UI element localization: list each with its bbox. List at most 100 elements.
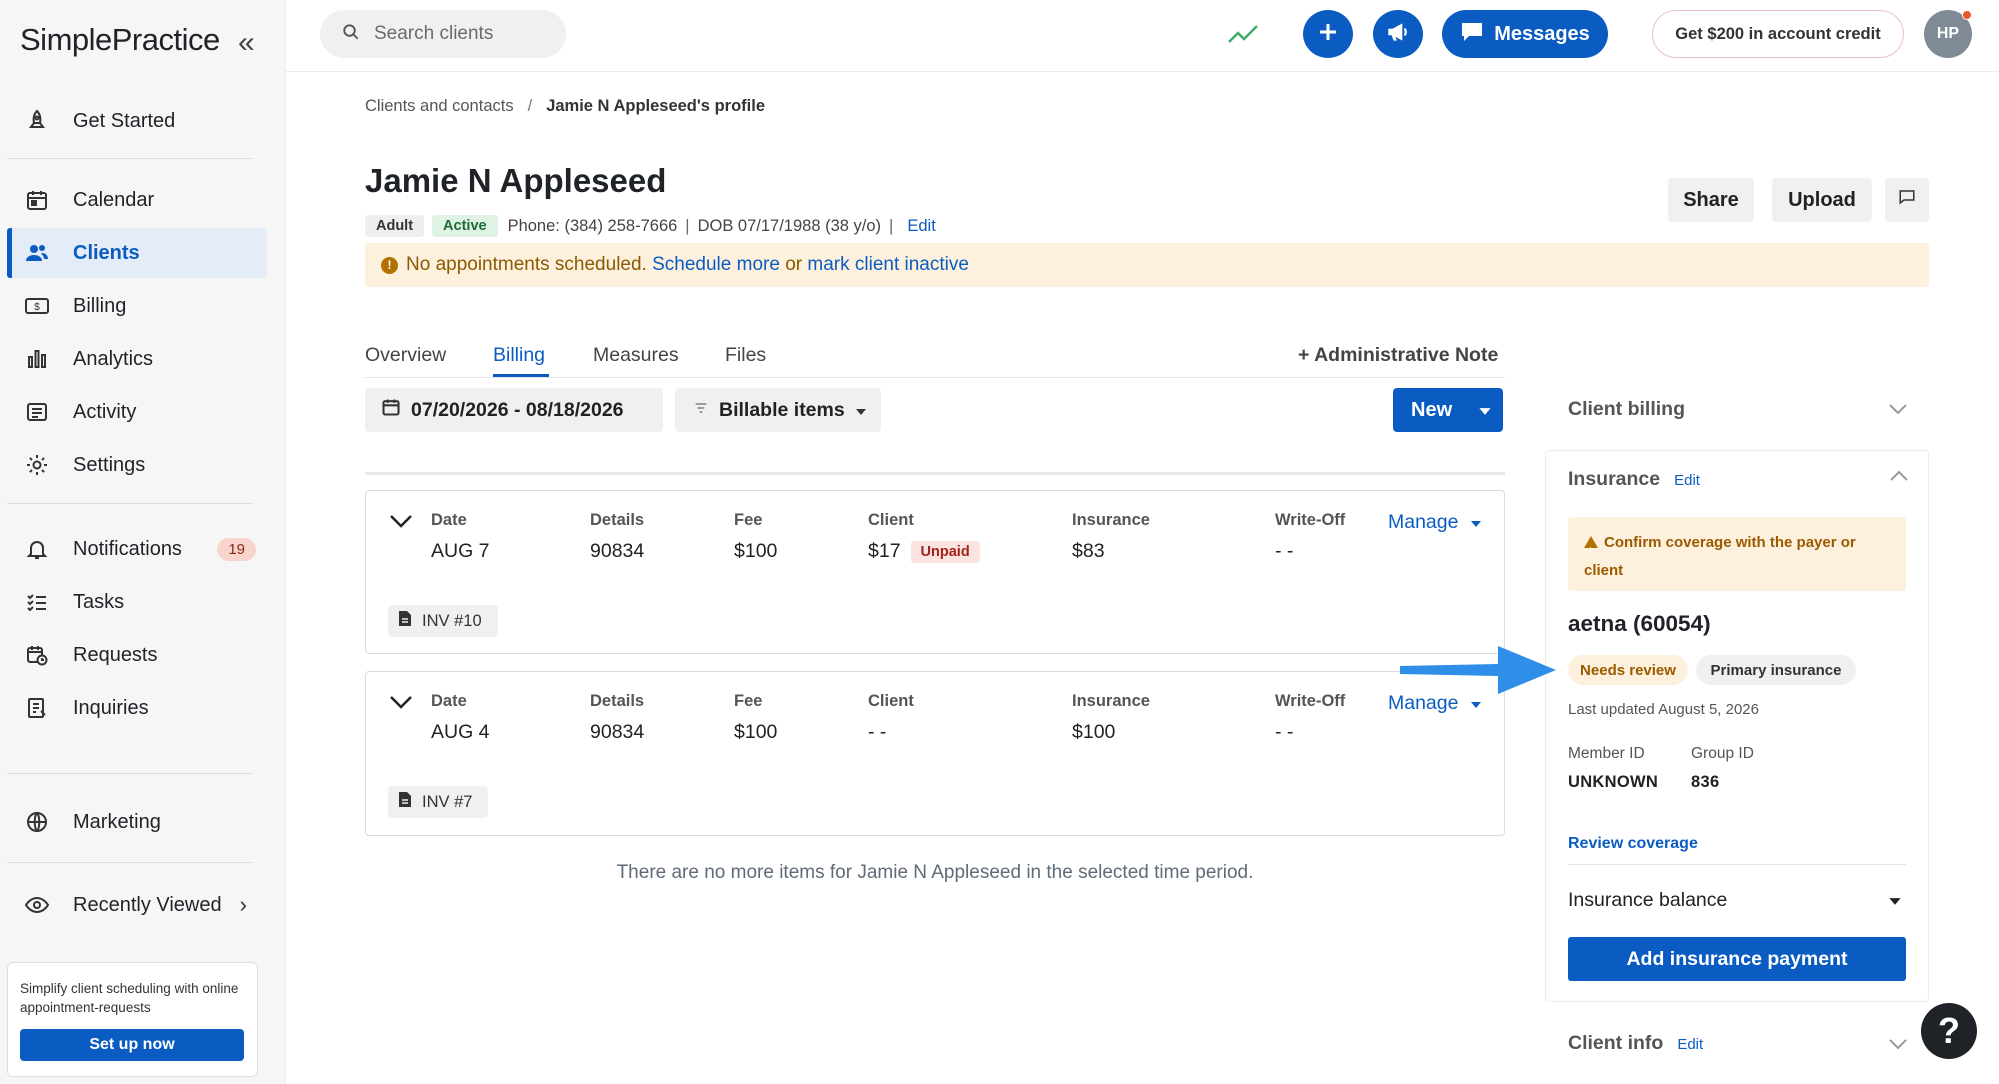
meta-separator: | [889, 216, 894, 235]
help-button[interactable]: ? [1921, 1003, 1977, 1059]
item-writeoff: - - [1275, 540, 1294, 562]
sidebar-item-label: Activity [73, 400, 137, 423]
sidebar-item-get-started[interactable]: Get Started [7, 96, 267, 146]
column-header: Write-Off [1275, 511, 1346, 529]
invoice-link[interactable]: INV #10 [388, 605, 498, 637]
tab-billing[interactable]: Billing [493, 344, 545, 367]
client-phone: Phone: (384) 258-7666 [507, 216, 678, 235]
sidebar-item-settings[interactable]: Settings [7, 440, 267, 490]
caret-down-icon [1470, 511, 1482, 534]
member-id-label: Member ID [1568, 745, 1645, 762]
svg-text:$: $ [34, 302, 40, 313]
annotation-arrow-icon [1400, 646, 1556, 694]
edit-insurance-link[interactable]: Edit [1674, 472, 1700, 489]
app-logo[interactable]: SimplePractice [20, 22, 220, 58]
tab-files[interactable]: Files [725, 344, 766, 367]
insurance-balance-label: Insurance balance [1568, 889, 1728, 911]
insurance-balance-dropdown[interactable]: Insurance balance [1568, 889, 1906, 912]
comment-icon [1898, 188, 1916, 212]
active-tab-indicator [493, 374, 549, 377]
client-billing-section-header[interactable]: Client billing [1568, 398, 1685, 421]
new-label: New [1411, 398, 1453, 421]
chevron-up-icon[interactable] [1889, 469, 1909, 487]
notification-dot [1962, 10, 1972, 20]
chevron-down-icon[interactable] [1888, 1037, 1908, 1055]
bell-icon [23, 535, 51, 563]
upload-button[interactable]: Upload [1772, 178, 1872, 222]
sidebar-item-recently-viewed[interactable]: Recently Viewed › [7, 880, 267, 930]
new-button[interactable]: New [1393, 388, 1503, 432]
insurance-title: Insurance [1568, 468, 1661, 490]
divider [7, 862, 253, 863]
warning-icon [1584, 536, 1598, 565]
invoice-link[interactable]: INV #7 [388, 786, 488, 818]
breadcrumb-parent-link[interactable]: Clients and contacts [365, 97, 514, 115]
column-header: Date [431, 511, 467, 529]
tab-measures[interactable]: Measures [593, 344, 679, 367]
messages-button[interactable]: Messages [1442, 10, 1608, 58]
megaphone-icon [1385, 19, 1411, 50]
sidebar-item-label: Notifications [73, 537, 182, 560]
promo-text: Simplify client scheduling with online a… [20, 981, 239, 1015]
client-info-section-header[interactable]: Client info Edit [1568, 1032, 1703, 1055]
sidebar-item-label: Analytics [73, 347, 154, 370]
notifications-count-badge: 19 [217, 537, 256, 561]
billing-item-card: Date AUG 4 Details 90834 Fee $100 Client - -… [365, 671, 1505, 836]
trending-icon[interactable] [1226, 18, 1260, 55]
sidebar-item-label: Billing [73, 294, 127, 317]
edit-client-info-link[interactable]: Edit [1677, 1036, 1703, 1053]
filter-icon [693, 399, 709, 422]
client-meta: Adult Active Phone: (384) 258-7666 | DOB… [365, 215, 936, 237]
review-coverage-link[interactable]: Review coverage [1568, 835, 1698, 853]
sidebar-item-marketing[interactable]: Marketing [7, 797, 267, 847]
mark-inactive-link[interactable]: mark client inactive [807, 254, 969, 276]
sidebar-item-label: Recently Viewed [73, 893, 222, 916]
schedule-more-link[interactable]: Schedule more [652, 254, 780, 276]
set-up-now-button[interactable]: Set up now [20, 1029, 244, 1061]
sidebar-item-label: Settings [73, 453, 146, 476]
user-avatar[interactable]: HP [1924, 10, 1972, 58]
meta-separator: | [685, 216, 690, 235]
sidebar-item-inquiries[interactable]: Inquiries [7, 683, 267, 733]
account-credit-button[interactable]: Get $200 in account credit [1652, 10, 1904, 58]
create-button[interactable] [1303, 10, 1353, 58]
sidebar-item-analytics[interactable]: Analytics [7, 334, 267, 384]
date-range-picker[interactable]: 07/20/2026 - 08/18/2026 [365, 388, 663, 432]
chevron-down-icon[interactable] [1888, 402, 1908, 420]
sidebar-item-clients[interactable]: Clients [7, 228, 267, 278]
billable-items-filter[interactable]: Billable items [675, 388, 881, 432]
search-box[interactable] [320, 10, 566, 58]
sidebar-item-activity[interactable]: Activity [7, 387, 267, 437]
sidebar-item-requests[interactable]: Requests [7, 630, 267, 680]
sidebar-item-notifications[interactable]: Notifications 19 [7, 524, 267, 574]
sidebar-item-label: Get Started [73, 109, 176, 132]
chevron-down-icon[interactable] [388, 513, 414, 534]
collapse-sidebar-button[interactable]: « [238, 26, 255, 60]
alert-text: No appointments scheduled. [406, 254, 647, 275]
dollar-card-icon: $ [23, 292, 51, 320]
divider [1568, 864, 1906, 865]
sidebar-item-calendar[interactable]: Calendar [7, 175, 267, 225]
share-button[interactable]: Share [1668, 178, 1754, 222]
divider [7, 773, 253, 774]
column-header: Fee [734, 692, 763, 710]
add-insurance-payment-button[interactable]: Add insurance payment [1568, 937, 1906, 981]
comment-button[interactable] [1885, 178, 1929, 222]
announcements-button[interactable] [1373, 10, 1423, 58]
manage-dropdown[interactable]: Manage [1388, 511, 1482, 534]
sidebar-item-label: Marketing [73, 810, 161, 833]
no-more-items-message: There are no more items for Jamie N Appl… [616, 862, 1254, 883]
column-header: Details [590, 511, 645, 529]
sidebar-item-tasks[interactable]: Tasks [7, 577, 267, 627]
search-input[interactable] [374, 23, 554, 45]
add-administrative-note-button[interactable]: + Administrative Note [1298, 344, 1498, 367]
billing-item-card: Date AUG 7 Details 90834 Fee $100 Client $17… [365, 490, 1505, 654]
tab-overview[interactable]: Overview [365, 344, 446, 367]
caret-down-icon[interactable] [1478, 399, 1492, 422]
edit-client-link[interactable]: Edit [907, 217, 935, 236]
chevron-down-icon[interactable] [388, 694, 414, 715]
group-id-value: 836 [1691, 773, 1720, 791]
sidebar-item-billing[interactable]: $ Billing [7, 281, 267, 331]
age-group-badge: Adult [365, 215, 425, 237]
calendar-icon [23, 186, 51, 214]
